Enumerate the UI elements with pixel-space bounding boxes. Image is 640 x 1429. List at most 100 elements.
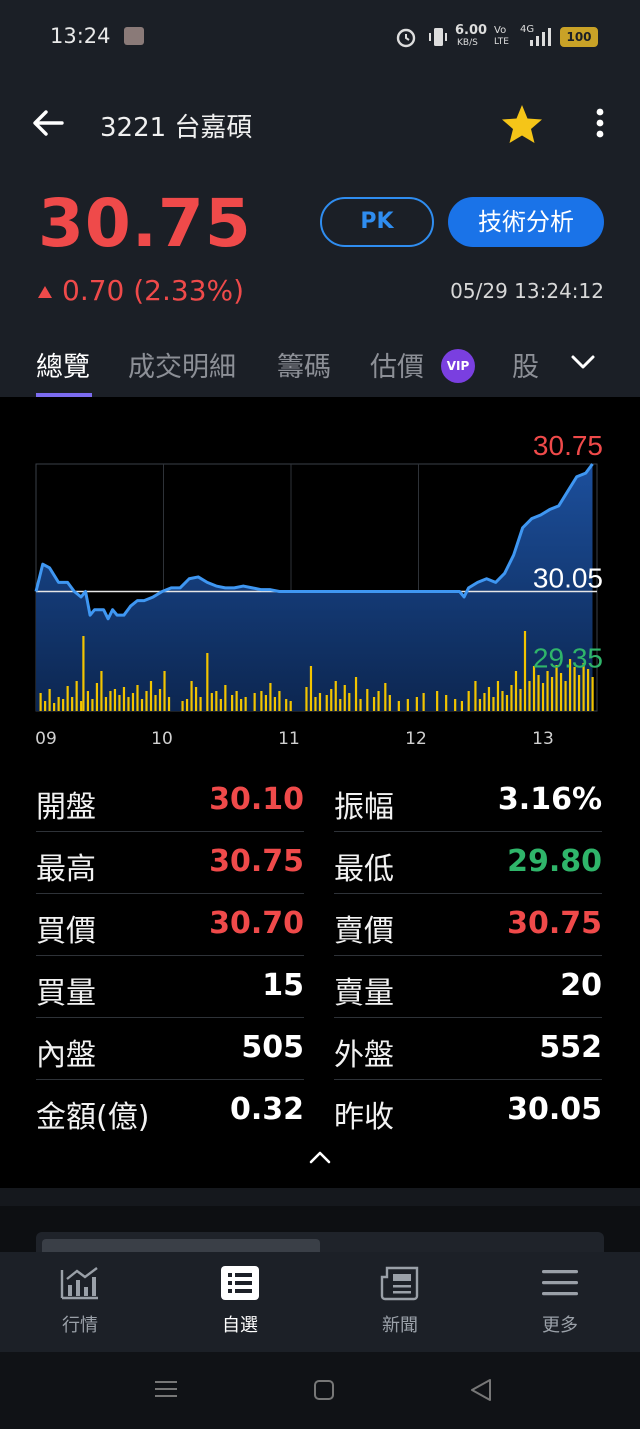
volume-bar [104,697,108,711]
stat-value: 20 [560,968,602,1003]
stat-value: 29.80 [507,844,602,879]
tab-overview[interactable]: 總覽 [36,345,90,384]
nav-more[interactable]: 更多 [480,1265,640,1337]
next-section-card [0,1206,640,1252]
segment-selected[interactable] [42,1239,320,1252]
stat-value: 3.16% [497,782,602,817]
volume-bar [406,699,409,711]
volume-bar [53,703,56,711]
nav-more-label: 更多 [542,1315,578,1336]
volume-bar [113,689,117,711]
volume-bar [264,695,268,711]
recent-apps-icon[interactable] [154,1378,178,1400]
volume-bar [492,697,495,711]
volume-bar [354,677,358,711]
home-icon[interactable] [313,1379,335,1401]
volume-bar [343,685,346,711]
volume-bar [118,695,121,711]
volume-bar [330,689,333,711]
stat-value: 505 [241,1030,304,1065]
stat-value: 30.10 [209,782,304,817]
stat-label: 最高 [36,852,96,887]
volume-bar [167,697,171,711]
volume-bar [454,699,457,711]
volume-bar [235,691,238,711]
price-area [36,464,593,711]
volume-bar [82,636,85,711]
volume-bar [122,687,126,711]
volume-bar [163,671,166,711]
volume-bar [181,701,184,711]
x-tick-label: 11 [278,729,300,749]
volte-label: Vo [494,25,507,36]
volume-bar [240,699,243,711]
active-tab-indicator [36,393,92,397]
quote-timestamp: 05/29 13:24:12 [450,279,604,303]
stat-value: 30.75 [507,906,602,941]
volume-bar [377,691,380,711]
volume-bar [309,666,313,711]
volume-bar [260,691,263,711]
volume-bar [244,697,247,711]
stat-row: 金額(億) 0.32 [36,1080,304,1142]
chevron-down-icon[interactable] [570,352,596,372]
collapse-chevron-up-icon[interactable] [308,1148,332,1166]
volume-bar [550,677,554,711]
tab-chips[interactable]: 籌碼 [277,345,331,384]
favorite-star-icon[interactable] [500,103,544,145]
nav-market[interactable]: 行情 [0,1265,160,1337]
volume-bar [510,685,513,711]
volume-bar [285,699,288,711]
volume-bar [318,693,322,711]
volume-bar [71,697,74,711]
more-vertical-icon[interactable] [590,106,610,140]
x-tick-label: 13 [532,729,554,749]
tab-valuation[interactable]: 估價 [370,345,424,384]
volume-bar [573,667,576,711]
current-price: 30.75 [38,185,252,262]
volume-bar [586,669,590,711]
volume-bar [140,699,144,711]
section-gap [0,1188,640,1206]
volume-bar [483,693,486,711]
back-arrow-icon[interactable] [30,106,66,140]
tab-stock[interactable]: 股 [512,345,539,384]
signal-icon [530,28,551,46]
volume-bar [325,695,328,711]
stat-row: 開盤 30.10 [36,770,304,832]
volume-bar [388,695,391,711]
stat-value: 552 [539,1030,602,1065]
vibrate-icon [429,28,447,46]
volume-bar [253,693,256,711]
stat-value: 30.05 [507,1092,602,1127]
volume-bar [372,697,376,711]
volume-bar [339,699,342,711]
stat-label: 昨收 [334,1100,394,1135]
volume-bar [136,685,139,711]
up-triangle-icon [38,286,52,298]
back-triangle-icon[interactable] [470,1378,492,1402]
tab-trade-details[interactable]: 成交明細 [128,345,236,384]
pk-button[interactable]: PK [320,197,434,247]
status-bar: 13:24 6.00 KB/S Vo LTE 4G 100 [0,0,640,75]
notification-icon [124,27,144,45]
volume-bar [219,699,222,711]
nav-watchlist[interactable]: 自選 [160,1265,320,1337]
nav-watchlist-label: 自選 [222,1315,258,1336]
stat-label: 最低 [334,852,394,887]
volume-bar [528,681,531,711]
stat-value: 30.70 [209,906,304,941]
price-label-reference: 30.05 [533,563,603,594]
nav-news[interactable]: 新聞 [320,1265,480,1337]
technical-analysis-button[interactable]: 技術分析 [448,197,604,247]
volume-bar [348,693,351,711]
volume-bar [514,671,518,711]
volume-bar [109,691,112,711]
volume-bar [131,693,135,711]
volume-bar [66,686,69,711]
volume-bar [577,675,581,711]
volume-bar [541,683,545,711]
nav-news-label: 新聞 [382,1315,418,1336]
intraday-chart: 30.75 30.05 29.35 09 10 11 12 13 [34,430,603,749]
volume-bar [158,689,162,711]
